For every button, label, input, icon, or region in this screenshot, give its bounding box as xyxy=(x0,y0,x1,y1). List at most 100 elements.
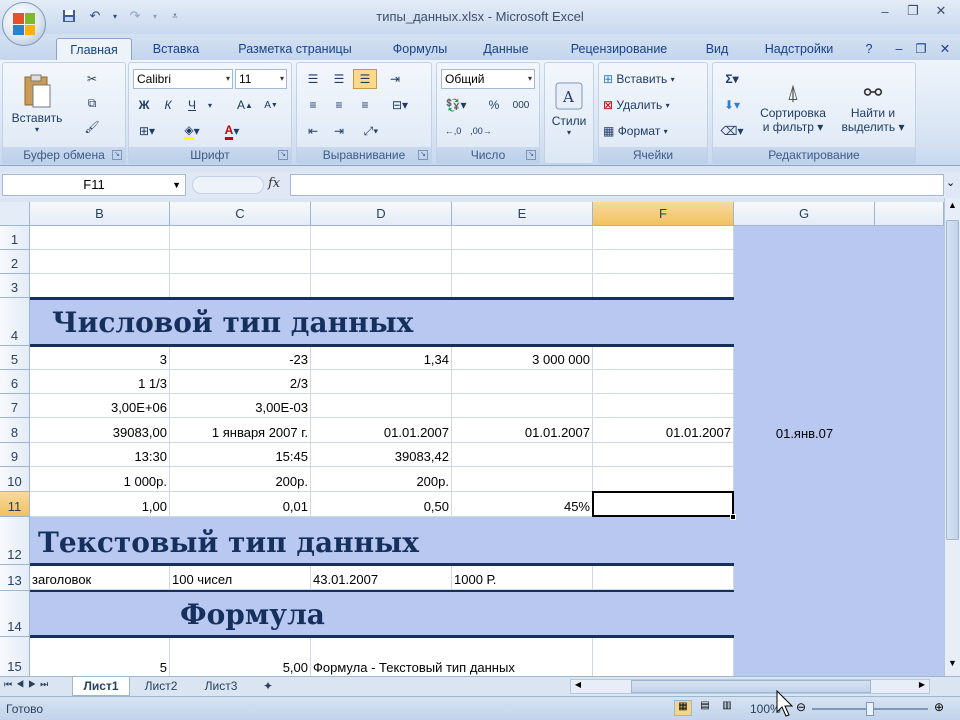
font-launcher-icon[interactable]: ↘ xyxy=(278,150,288,160)
cell[interactable] xyxy=(593,226,734,250)
scroll-up-icon[interactable]: ▲ xyxy=(946,200,959,216)
borders-icon[interactable]: ⊞▾ xyxy=(133,121,161,141)
help-icon[interactable]: ? xyxy=(858,38,880,60)
cell-c11[interactable]: 0,01 xyxy=(170,492,311,517)
ribbon-restore-icon[interactable]: ❐ xyxy=(910,38,932,60)
align-middle-icon[interactable]: ☰ xyxy=(327,69,351,89)
cell[interactable] xyxy=(30,250,170,274)
office-button[interactable] xyxy=(2,2,46,46)
formula-input[interactable] xyxy=(290,174,944,196)
tab-view[interactable]: Вид xyxy=(692,38,742,60)
row-header-6[interactable]: 6 xyxy=(0,370,30,394)
column-header-g[interactable]: G xyxy=(734,202,875,226)
cell-b8[interactable]: 39083,00 xyxy=(30,418,170,443)
normal-view-icon[interactable]: ▦ xyxy=(674,700,692,716)
cell-b5[interactable]: 3 xyxy=(30,347,170,370)
cell[interactable] xyxy=(170,250,311,274)
sheet-tab-2[interactable]: Лист2 xyxy=(132,677,190,696)
styles-button[interactable]: A Стили ▾ xyxy=(549,69,589,149)
restore-icon[interactable]: ❐ xyxy=(900,2,926,20)
cell-c8[interactable]: 1 января 2007 г. xyxy=(170,418,311,443)
name-box[interactable]: F11 ▼ xyxy=(2,174,186,196)
align-center-icon[interactable]: ≡ xyxy=(327,95,351,115)
formula-bar-resize-handle[interactable] xyxy=(192,176,264,194)
cell-f6[interactable] xyxy=(593,370,734,394)
cell-d8[interactable]: 01.01.2007 xyxy=(311,418,452,443)
font-name-select[interactable]: Calibri ▾ xyxy=(133,69,233,89)
decrease-indent-icon[interactable]: ⇤ xyxy=(301,121,325,141)
column-header-c[interactable]: C xyxy=(170,202,311,226)
cell-f5[interactable] xyxy=(593,347,734,370)
cell-f7[interactable] xyxy=(593,394,734,418)
cell-f15[interactable] xyxy=(593,638,734,676)
cell[interactable] xyxy=(452,226,593,250)
cell[interactable] xyxy=(30,274,170,298)
row-header-7[interactable]: 7 xyxy=(0,394,30,418)
row-header-10[interactable]: 10 xyxy=(0,467,30,492)
merge-center-icon[interactable]: ⊟▾ xyxy=(383,95,417,115)
alignment-launcher-icon[interactable]: ↘ xyxy=(418,150,428,160)
row-header-2[interactable]: 2 xyxy=(0,250,30,274)
cell-b10[interactable]: 1 000р. xyxy=(30,467,170,492)
cell[interactable] xyxy=(30,226,170,250)
increase-indent-icon[interactable]: ⇥ xyxy=(327,121,351,141)
tab-review[interactable]: Рецензирование xyxy=(554,38,684,60)
cell-c6[interactable]: 2/3 xyxy=(170,370,311,394)
cell-b13[interactable]: заголовок xyxy=(30,566,170,590)
horizontal-scroll-thumb[interactable] xyxy=(631,680,871,693)
increase-decimal-icon[interactable]: ←,0 xyxy=(441,121,465,141)
insert-sheet-icon[interactable]: ✦ xyxy=(254,677,282,696)
cell-f9[interactable] xyxy=(593,443,734,467)
cell[interactable] xyxy=(170,274,311,298)
cell-b11[interactable]: 1,00 xyxy=(30,492,170,517)
italic-button[interactable]: К xyxy=(157,95,179,115)
row-header-9[interactable]: 9 xyxy=(0,443,30,467)
align-bottom-icon[interactable]: ☰ xyxy=(353,69,377,89)
align-top-icon[interactable]: ☰ xyxy=(301,69,325,89)
scroll-down-icon[interactable]: ▼ xyxy=(946,658,959,674)
fill-handle[interactable] xyxy=(730,514,736,520)
cell-e5[interactable]: 3 000 000 xyxy=(452,347,593,370)
cell[interactable] xyxy=(593,274,734,298)
find-select-button[interactable]: ⚯ Найти и выделить ▾ xyxy=(835,67,911,147)
underline-button[interactable]: Ч xyxy=(181,95,203,115)
shrink-font-icon[interactable]: A ▼ xyxy=(259,95,283,115)
bold-button[interactable]: Ж xyxy=(133,95,155,115)
cell-f10[interactable] xyxy=(593,467,734,492)
cell-e9[interactable] xyxy=(452,443,593,467)
cell-d15[interactable]: Формула - Текстовый тип данных xyxy=(311,638,593,676)
cell-e6[interactable] xyxy=(452,370,593,394)
cell-c5[interactable]: -23 xyxy=(170,347,311,370)
cell[interactable] xyxy=(452,250,593,274)
ribbon-close-icon[interactable]: ✕ xyxy=(934,38,956,60)
align-left-icon[interactable]: ≡ xyxy=(301,95,325,115)
cell-c13[interactable]: 100 чисел xyxy=(170,566,311,590)
column-header-d[interactable]: D xyxy=(311,202,452,226)
grow-font-icon[interactable]: A ▲ xyxy=(233,95,257,115)
row-header-11[interactable]: 11 xyxy=(0,492,30,517)
clear-icon[interactable]: ⌫▾ xyxy=(717,121,747,141)
row-header-13[interactable]: 13 xyxy=(0,565,30,591)
underline-dropdown-icon[interactable]: ▾ xyxy=(205,95,215,115)
cell-e10[interactable] xyxy=(452,467,593,492)
zoom-slider-thumb[interactable] xyxy=(866,702,874,716)
expand-formula-bar-icon[interactable]: ⌄ xyxy=(946,176,955,189)
fill-color-icon[interactable]: ◈ ▾ xyxy=(175,121,209,141)
cell[interactable] xyxy=(311,226,452,250)
cell-b7[interactable]: 3,00E+06 xyxy=(30,394,170,418)
cell-f11-selected[interactable] xyxy=(592,491,734,517)
cell-d11[interactable]: 0,50 xyxy=(311,492,452,517)
cell-f8[interactable]: 01.01.2007 xyxy=(593,418,734,443)
wrap-text-icon[interactable]: ⇥ xyxy=(383,69,407,89)
vertical-scrollbar[interactable]: ▲ ▼ xyxy=(944,198,960,676)
insert-function-icon[interactable]: fx xyxy=(268,176,280,191)
sheet-tab-3[interactable]: Лист3 xyxy=(192,677,250,696)
close-icon[interactable]: ✕ xyxy=(928,2,954,20)
row-header-15[interactable]: 15 xyxy=(0,637,30,676)
cell-d13[interactable]: 43.01.2007 xyxy=(311,566,452,590)
column-header-e[interactable]: E xyxy=(452,202,593,226)
cell-c15[interactable]: 5,00 xyxy=(170,638,311,676)
row-header-3[interactable]: 3 xyxy=(0,274,30,298)
copy-icon[interactable]: ⧉ xyxy=(81,93,103,113)
cell[interactable] xyxy=(311,250,452,274)
